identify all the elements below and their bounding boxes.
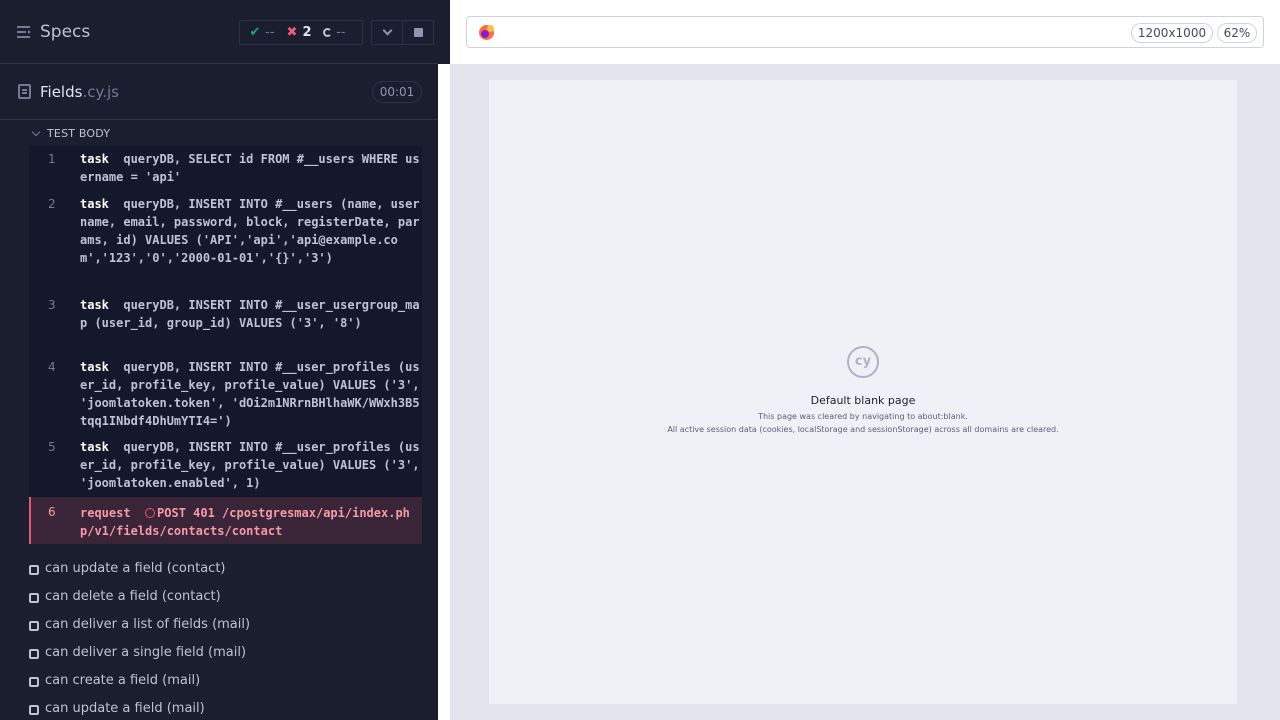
command-message: queryDB, INSERT INTO #__users (name, use…: [80, 197, 420, 265]
test-stats: ✔ -- ✖ 2 --: [239, 20, 363, 45]
command-row[interactable]: 1 task queryDB, SELECT id FROM #__users …: [29, 150, 422, 190]
chevron-down-icon: [382, 25, 393, 36]
command-message: queryDB, INSERT INTO #__user_usergroup_m…: [80, 298, 420, 330]
test-item[interactable]: can update a field (mail): [29, 700, 429, 720]
test-pending-icon: [29, 649, 39, 659]
firefox-icon[interactable]: [479, 25, 494, 40]
test-pending-icon: [29, 705, 39, 715]
document-icon: [18, 84, 31, 99]
run-duration: 00:01: [372, 81, 422, 103]
failed-value: 2: [302, 25, 312, 40]
test-title: can update a field (contact): [45, 561, 226, 576]
aut-viewport[interactable]: cy Default blank page This page was clea…: [489, 80, 1237, 704]
passed-count: ✔ --: [249, 25, 275, 40]
test-pending-icon: [29, 677, 39, 687]
specs-title[interactable]: Specs: [40, 22, 90, 42]
command-number: 6: [48, 505, 56, 519]
file-base: Fields: [40, 83, 83, 101]
reporter-panel: Specs ✔ -- ✖ 2 -- Fields.cy.js 00:01 TES…: [0, 0, 438, 720]
test-item[interactable]: can deliver a single field (mail): [29, 644, 429, 664]
blank-page-title: Default blank page: [810, 394, 916, 407]
command-number: 5: [48, 440, 56, 454]
blank-page-note: All active session data (cookies, localS…: [667, 425, 1059, 434]
command-name: task: [80, 298, 109, 312]
command-number: 4: [48, 360, 56, 374]
stop-button[interactable]: [402, 20, 434, 45]
x-icon: ✖: [286, 25, 298, 40]
panel-resize-handle[interactable]: [438, 64, 450, 720]
command-row[interactable]: 5 task queryDB, INSERT INTO #__user_prof…: [29, 438, 422, 496]
blank-page-message: This page was cleared by navigating to a…: [758, 412, 968, 421]
section-test-body[interactable]: TEST BODY: [47, 127, 110, 140]
test-item[interactable]: can update a field (contact): [29, 560, 429, 580]
expand-toggle-button[interactable]: [371, 20, 403, 45]
test-pending-icon: [29, 621, 39, 631]
command-number: 1: [48, 152, 56, 166]
reporter-header: Specs ✔ -- ✖ 2 --: [0, 0, 438, 64]
command-row[interactable]: 3 task queryDB, INSERT INTO #__user_user…: [29, 296, 422, 354]
command-name: request: [80, 506, 131, 520]
test-item[interactable]: can create a field (mail): [29, 672, 429, 692]
command-message: queryDB, SELECT id FROM #__users WHERE u…: [80, 152, 420, 184]
test-item[interactable]: can deliver a list of fields (mail): [29, 616, 429, 636]
pending-value: --: [336, 25, 346, 40]
command-number: 2: [48, 197, 56, 211]
test-title: can create a field (mail): [45, 673, 201, 688]
test-pending-icon: [29, 565, 39, 575]
command-message: queryDB, INSERT INTO #__user_profiles (u…: [80, 440, 427, 490]
command-name: task: [80, 440, 109, 454]
failed-request-icon: [145, 508, 156, 518]
command-name: task: [80, 197, 109, 211]
file-extension: .cy.js: [82, 83, 119, 101]
collapse-caret-icon[interactable]: [31, 127, 41, 137]
test-item[interactable]: can delete a field (contact): [29, 588, 429, 608]
aut-panel: 1200x1000 62% cy Default blank page This…: [450, 0, 1280, 720]
cypress-logo-icon: cy: [847, 346, 879, 378]
command-name: task: [80, 360, 109, 374]
spec-file-bar: Fields.cy.js 00:01: [0, 65, 438, 120]
command-row-failed[interactable]: 6 request POST 401 /cpostgresmax/api/ind…: [29, 497, 422, 544]
failed-count: ✖ 2: [286, 25, 312, 40]
command-number: 3: [48, 298, 56, 312]
pending-icon: [323, 28, 332, 37]
test-title: can delete a field (contact): [45, 589, 221, 604]
command-row[interactable]: 2 task queryDB, INSERT INTO #__users (na…: [29, 195, 422, 291]
specs-list-icon[interactable]: [17, 25, 32, 39]
pending-count: --: [323, 25, 346, 40]
command-message: queryDB, INSERT INTO #__user_profiles (u…: [80, 360, 427, 428]
check-icon: ✔: [249, 25, 261, 40]
test-title: can deliver a list of fields (mail): [45, 617, 251, 632]
stop-icon: [414, 28, 423, 37]
test-title: can update a field (mail): [45, 701, 205, 716]
aut-header: 1200x1000 62%: [450, 0, 1280, 64]
spec-file-name[interactable]: Fields.cy.js: [40, 83, 119, 101]
command-name: task: [80, 152, 109, 166]
command-log: 1 task queryDB, SELECT id FROM #__users …: [29, 146, 422, 544]
zoom-badge[interactable]: 62%: [1217, 23, 1257, 43]
passed-value: --: [265, 25, 275, 40]
viewport-size-badge[interactable]: 1200x1000: [1131, 23, 1213, 43]
url-bar[interactable]: 1200x1000 62%: [466, 16, 1264, 48]
test-title: can deliver a single field (mail): [45, 645, 247, 660]
test-pending-icon: [29, 593, 39, 603]
command-row[interactable]: 4 task queryDB, INSERT INTO #__user_prof…: [29, 358, 422, 434]
